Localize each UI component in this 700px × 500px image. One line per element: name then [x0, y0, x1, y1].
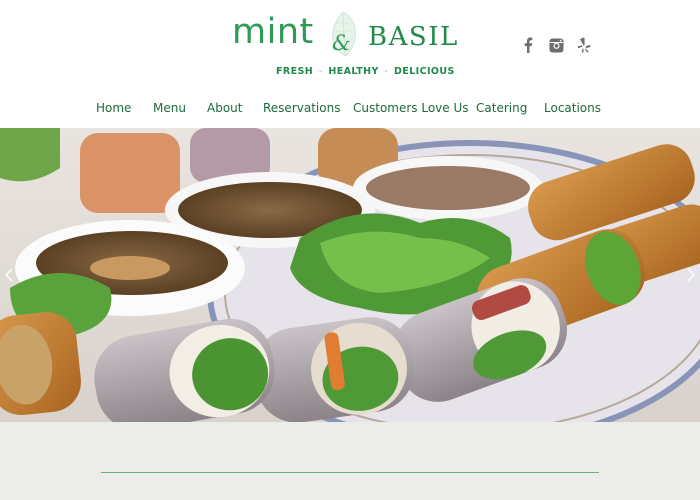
nav-item-reservations[interactable]: Reservations	[263, 101, 340, 115]
tagline-word: FRESH	[276, 66, 314, 77]
yelp-icon[interactable]	[576, 36, 592, 54]
social-links	[520, 36, 592, 54]
logo-word-basil: BASIL	[368, 22, 459, 52]
instagram-icon[interactable]	[548, 36, 564, 54]
nav-item-customers-love-us[interactable]: Customers Love Us	[353, 101, 469, 115]
logo-ampersand: &	[332, 31, 351, 55]
tagline-separator: -	[384, 66, 389, 77]
nav-item-catering[interactable]: Catering	[476, 101, 527, 115]
nav-item-menu[interactable]: Menu	[153, 101, 186, 115]
nav-item-about[interactable]: About	[207, 101, 242, 115]
nav-item-home[interactable]: Home	[96, 101, 131, 115]
site-header: mint & BASIL FRESH - HEALTHY - DELICIOUS…	[0, 0, 700, 128]
hero-slideshow[interactable]	[0, 128, 700, 422]
main-navigation: Home Menu About Reservations Customers L…	[0, 101, 700, 125]
logo-word-mint: mint	[232, 12, 314, 52]
nav-item-locations[interactable]: Locations	[544, 101, 601, 115]
brand-logo[interactable]: mint & BASIL FRESH - HEALTHY - DELICIOUS	[232, 8, 472, 82]
tagline-separator: -	[318, 66, 323, 77]
facebook-icon[interactable]	[520, 36, 536, 54]
content-section	[0, 422, 700, 500]
section-divider	[101, 472, 599, 473]
hero-food-image	[0, 128, 700, 422]
chevron-right-icon	[687, 268, 695, 282]
chevron-left-icon	[5, 268, 13, 282]
tagline-word: DELICIOUS	[394, 66, 455, 77]
slideshow-prev[interactable]	[2, 264, 16, 286]
tagline-word: HEALTHY	[328, 66, 379, 77]
tagline: FRESH - HEALTHY - DELICIOUS	[276, 66, 455, 77]
slideshow-next[interactable]	[684, 264, 698, 286]
